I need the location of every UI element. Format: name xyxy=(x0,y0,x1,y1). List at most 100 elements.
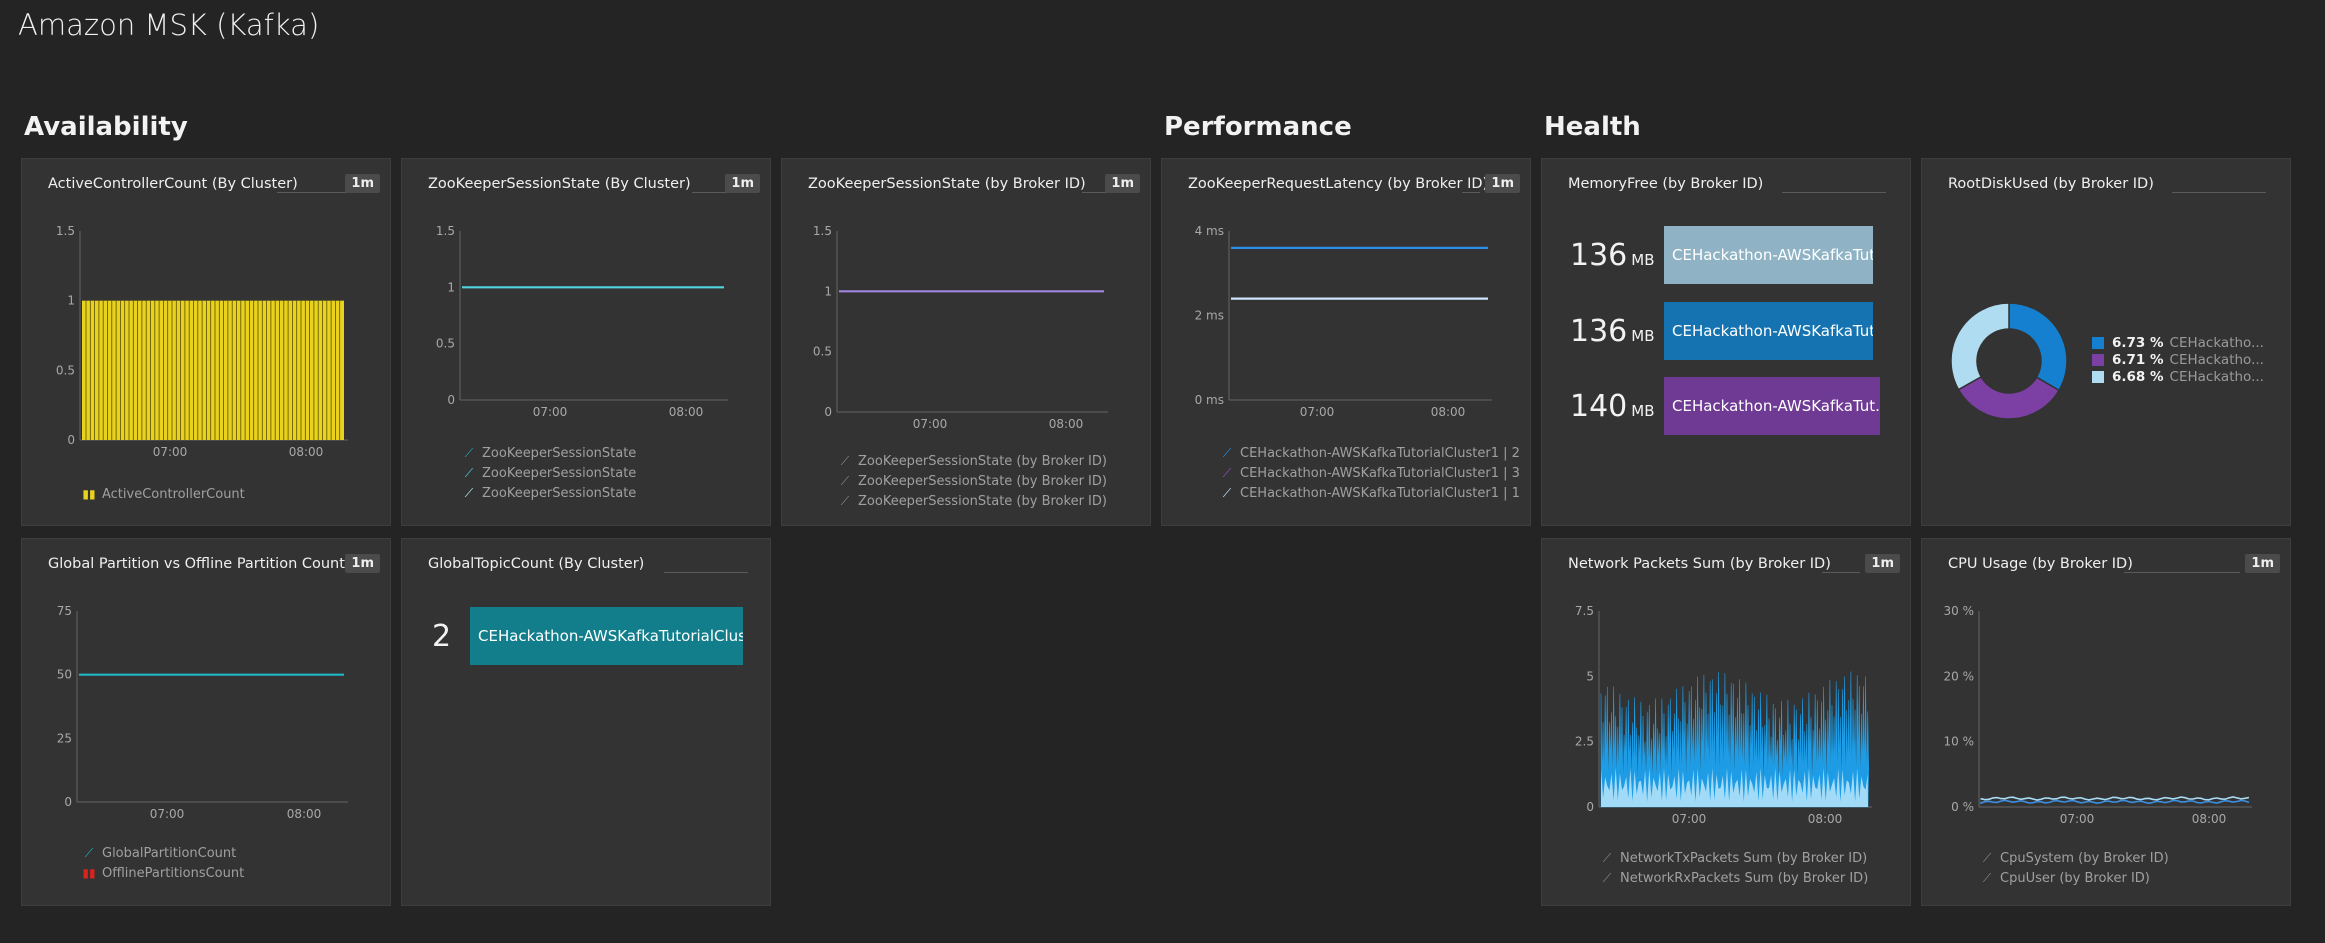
line-chart-icon: ⟋ xyxy=(464,466,474,480)
y-tick-label: 1.5 xyxy=(436,224,455,238)
legend-label: NetworkRxPackets Sum (by Broker ID) xyxy=(1620,871,1869,886)
tile-active-controller-count[interactable]: ActiveControllerCount (By Cluster) 1m 1.… xyxy=(21,158,391,526)
y-tick-label: 10 % xyxy=(1944,735,1975,749)
legend-item[interactable]: ▮▮ OfflinePartitionsCount xyxy=(82,863,244,883)
x-tick-label: 08:00 xyxy=(289,445,324,459)
legend-item[interactable]: ⟋ CpuSystem (by Broker ID) xyxy=(1980,848,2169,868)
y-tick-label: 1 xyxy=(67,294,75,308)
legend-label: OfflinePartitionsCount xyxy=(102,866,245,881)
tile-memory-free[interactable]: MemoryFree (by Broker ID) 136 MB CEHackat… xyxy=(1541,158,1911,526)
section-availability: Availability xyxy=(24,112,188,142)
bar-area xyxy=(82,300,344,440)
x-tick-label: 07:00 xyxy=(913,417,948,431)
y-tick-label: 25 xyxy=(57,731,72,745)
donut-legend-item[interactable]: 6.68 % CEHackatho... xyxy=(2092,369,2264,386)
line-chart-icon: ⟋ xyxy=(1602,851,1612,865)
line-chart-icon: ⟋ xyxy=(1222,466,1232,480)
legend: ⟋ GlobalPartitionCount ▮▮ OfflinePartitions… xyxy=(82,843,244,883)
legend-item[interactable]: ⟋ CpuUser (by Broker ID) xyxy=(1980,868,2169,888)
x-tick-label: 08:00 xyxy=(2192,812,2227,826)
x-tick-label: 07:00 xyxy=(533,405,568,419)
tile-zookeeper-request-latency[interactable]: ZooKeeperRequestLatency (by Broker ID) 1… xyxy=(1161,158,1531,526)
x-tick-label: 08:00 xyxy=(287,807,322,821)
cluster-bar: CEHackathon-AWSKafkaTutorialClus... xyxy=(470,607,743,665)
broker-bar: CEHackathon-AWSKafkaTut... xyxy=(1664,302,1873,360)
y-tick-label: 75 xyxy=(57,604,72,618)
tile-zookeeper-session-state-cluster[interactable]: ZooKeeperSessionState (By Cluster) 1m 1.… xyxy=(401,158,771,526)
line-chart-icon: ⟋ xyxy=(1222,446,1232,460)
legend-item[interactable]: ⟋ NetworkRxPackets Sum (by Broker ID) xyxy=(1600,868,1868,888)
legend-item[interactable]: ⟋ CEHackathon-AWSKafkaTutorialCluster1 | … xyxy=(1220,483,1520,503)
legend-percent: 6.68 % xyxy=(2112,369,2164,385)
legend-item[interactable]: ⟋ ZooKeeperSessionState (by Broker ID) xyxy=(838,471,1107,491)
y-tick-label: 50 xyxy=(57,668,72,682)
line-chart-icon: ⟋ xyxy=(1602,871,1612,885)
line-chart-icon: ⟋ xyxy=(464,446,474,460)
series-line xyxy=(1980,796,2250,801)
legend-item[interactable]: ⟋ ZooKeeperSessionState xyxy=(462,463,637,483)
legend-label: ZooKeeperSessionState xyxy=(482,486,637,501)
x-tick-label: 07:00 xyxy=(2060,812,2095,826)
line-chart-icon: ⟋ xyxy=(840,454,850,468)
legend: ▮▮ ActiveControllerCount xyxy=(82,484,244,504)
line-chart-icon: ⟋ xyxy=(1982,851,1992,865)
legend-item[interactable]: ⟋ ZooKeeperSessionState xyxy=(462,443,637,463)
legend-label: NetworkTxPackets Sum (by Broker ID) xyxy=(1620,851,1868,866)
y-tick-label: 1.5 xyxy=(813,224,832,238)
memory-value: 140 MB xyxy=(1570,388,1655,424)
y-tick-label: 0 xyxy=(64,795,72,809)
tile-cpu-usage[interactable]: CPU Usage (by Broker ID) 1m 30 % 20 % 10 %… xyxy=(1921,538,2291,906)
legend: ⟋ ZooKeeperSessionState ⟋ ZooKeeperSessionS… xyxy=(462,443,637,503)
donut-legend-item[interactable]: 6.73 % CEHackatho... xyxy=(2092,335,2264,352)
legend-label: CEHackathon-AWSKafkaTutorialCluster1 | 3 xyxy=(1240,466,1520,481)
line-chart-icon: ⟋ xyxy=(840,494,850,508)
y-tick-label: 0 xyxy=(824,405,832,419)
legend-swatch xyxy=(2092,337,2104,349)
y-tick-label: 0.5 xyxy=(813,345,832,359)
legend-percent: 6.71 % xyxy=(2112,352,2164,368)
x-tick-label: 07:00 xyxy=(1300,405,1335,419)
y-tick-label: 4 ms xyxy=(1195,224,1224,238)
legend-label: CpuSystem (by Broker ID) xyxy=(2000,851,2169,866)
broker-bar: CEHackathon-AWSKafkaTut... xyxy=(1664,226,1873,284)
legend-item[interactable]: ⟋ CEHackathon-AWSKafkaTutorialCluster1 | … xyxy=(1220,463,1520,483)
tile-partition-count[interactable]: Global Partition vs Offline Partition Co… xyxy=(21,538,391,906)
y-tick-label: 30 % xyxy=(1944,604,1975,618)
legend: ⟋ CpuSystem (by Broker ID) ⟋ CpuUser (by Br… xyxy=(1980,848,2169,888)
tile-global-topic-count[interactable]: GlobalTopicCount (By Cluster) 2 CEHackat… xyxy=(401,538,771,906)
tile-zookeeper-session-state-broker[interactable]: ZooKeeperSessionState (by Broker ID) 1m … xyxy=(781,158,1151,526)
bar-chart-icon: ▮▮ xyxy=(82,487,96,501)
legend: ⟋ ZooKeeperSessionState (by Broker ID) ⟋ Zo… xyxy=(838,451,1107,511)
legend-label: ZooKeeperSessionState (by Broker ID) xyxy=(858,494,1107,509)
single-value-row[interactable]: 136 MB CEHackathon-AWSKafkaTut... xyxy=(1570,302,1873,360)
legend-item[interactable]: ⟋ ZooKeeperSessionState xyxy=(462,483,637,503)
tile-network-packets[interactable]: Network Packets Sum (by Broker ID) 1m 7.… xyxy=(1541,538,1911,906)
tile-title: GlobalTopicCount (By Cluster) xyxy=(428,556,645,572)
y-tick-label: 0 xyxy=(67,433,75,447)
x-tick-label: 07:00 xyxy=(150,807,185,821)
legend-item[interactable]: ⟋ CEHackathon-AWSKafkaTutorialCluster1 | … xyxy=(1220,443,1520,463)
legend-label: CEHackatho... xyxy=(2169,369,2264,385)
single-value-row[interactable]: 2 CEHackathon-AWSKafkaTutorialClus... xyxy=(432,607,743,665)
y-tick-label: 2.5 xyxy=(1575,735,1594,749)
line-chart-icon: ⟋ xyxy=(1222,486,1232,500)
legend-item[interactable]: ⟋ ZooKeeperSessionState (by Broker ID) xyxy=(838,491,1107,511)
legend-item[interactable]: ⟋ NetworkTxPackets Sum (by Broker ID) xyxy=(1600,848,1868,868)
legend-item[interactable]: ▮▮ ActiveControllerCount xyxy=(82,484,244,504)
y-tick-label: 0 xyxy=(1586,800,1594,814)
single-value-row[interactable]: 136 MB CEHackathon-AWSKafkaTut... xyxy=(1570,226,1873,284)
donut-legend-item[interactable]: 6.71 % CEHackatho... xyxy=(2092,352,2264,369)
legend-item[interactable]: ⟋ GlobalPartitionCount xyxy=(82,843,244,863)
tile-root-disk-used[interactable]: RootDiskUsed (by Broker ID) 6.73 % CEHack… xyxy=(1921,158,2291,526)
line-chart-icon: ⟋ xyxy=(1982,871,1992,885)
legend-label: CEHackatho... xyxy=(2169,335,2264,351)
chart: 1.5 1 0.5 0 07:00 08:00 xyxy=(56,224,348,459)
legend-item[interactable]: ⟋ ZooKeeperSessionState (by Broker ID) xyxy=(838,451,1107,471)
y-tick-label: 20 % xyxy=(1944,669,1975,683)
legend-percent: 6.73 % xyxy=(2112,335,2164,351)
single-value-row[interactable]: 140 MB CEHackathon-AWSKafkaTut... xyxy=(1570,377,1880,435)
y-tick-label: 1 xyxy=(824,284,832,298)
legend-swatch xyxy=(2092,354,2104,366)
x-tick-label: 07:00 xyxy=(153,445,188,459)
donut-slice xyxy=(1957,375,2061,420)
